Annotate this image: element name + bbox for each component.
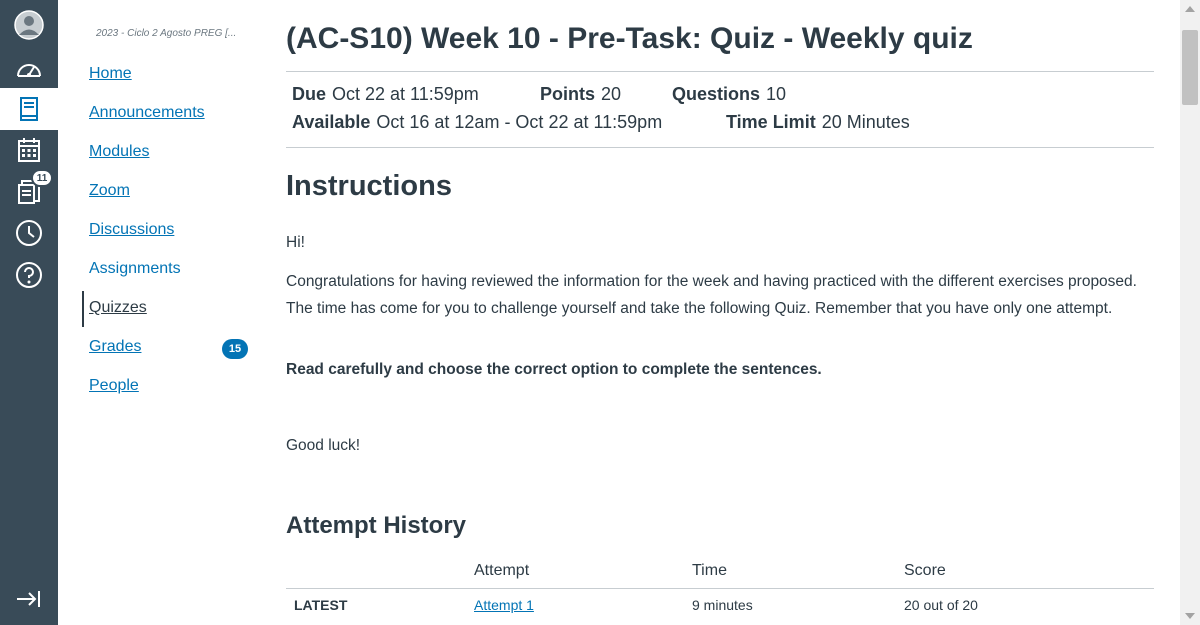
column-header-attempt: Attempt [474,562,530,579]
dashboard-icon[interactable] [0,50,58,88]
scroll-thumb[interactable] [1182,30,1198,105]
course-nav-announcements[interactable]: Announcements [89,104,205,122]
due-value: Oct 22 at 11:59pm [332,84,479,104]
questions-label: Questions [672,84,761,104]
questions-value: 10 [766,84,787,104]
table-divider [286,588,1154,589]
available-label: Available [292,112,371,132]
inbox-icon[interactable]: 11 [0,169,58,211]
courses-icon[interactable] [0,88,58,130]
active-item-indicator [82,291,84,327]
course-nav-assignments[interactable]: Assignments [89,260,181,278]
global-nav: 11 [0,0,58,625]
instructions-body: Congratulations for having reviewed the … [286,273,1137,317]
attempt-history-heading: Attempt History [286,512,467,539]
instructions-heading: Instructions [286,170,452,202]
time-limit-value: 20 Minutes [821,112,910,132]
points-label: Points [540,84,596,104]
attempt-link[interactable]: Attempt 1 [474,597,534,613]
attempt-row-tag: LATEST [294,597,348,613]
divider [286,147,1154,148]
course-nav-zoom[interactable]: Zoom [89,182,130,200]
page-title: (AC-S10) Week 10 - Pre-Task: Quiz - Week… [286,22,973,55]
quiz-available: Available Oct 16 at 12am - Oct 22 at 11:5… [292,112,662,133]
quiz-due: Due Oct 22 at 11:59pm [292,84,479,105]
history-icon[interactable] [0,214,58,252]
course-nav-grades[interactable]: Grades [89,338,141,356]
collapse-nav-icon[interactable] [0,580,58,618]
account-avatar-icon[interactable] [0,6,58,44]
help-icon[interactable] [0,256,58,294]
scroll-down-arrow-icon[interactable] [1180,607,1200,625]
attempt-time: 9 minutes [692,597,753,613]
instructions-bold-line: Read carefully and choose the correct op… [286,361,822,378]
attempt-score: 20 out of 20 [904,597,978,613]
due-label: Due [292,84,327,104]
course-nav-discussions[interactable]: Discussions [89,221,174,239]
points-value: 20 [601,84,622,104]
instructions-greeting: Hi! [286,234,305,251]
column-header-score: Score [904,562,946,579]
time-limit-label: Time Limit [726,112,816,132]
course-nav-quizzes[interactable]: Quizzes [89,299,147,317]
grades-count-badge: 15 [222,339,248,359]
calendar-icon[interactable] [0,131,58,169]
divider [286,71,1154,72]
course-term: 2023 - Ciclo 2 Agosto PREG [... [96,28,237,39]
quiz-points: Points 20 [540,84,621,105]
column-header-time: Time [692,562,727,579]
quiz-time-limit: Time Limit 20 Minutes [726,112,910,133]
instructions-closing: Good luck! [286,437,361,454]
inbox-unread-badge: 11 [31,169,53,187]
course-nav-modules[interactable]: Modules [89,143,149,161]
course-nav-people[interactable]: People [89,377,139,395]
course-nav-home[interactable]: Home [89,65,132,83]
quiz-questions: Questions 10 [672,84,786,105]
course-nav: 2023 - Ciclo 2 Agosto PREG [... Home Ann… [58,0,264,625]
vertical-scrollbar[interactable] [1180,0,1200,625]
scroll-up-arrow-icon[interactable] [1180,0,1200,18]
quiz-main-content: (AC-S10) Week 10 - Pre-Task: Quiz - Week… [264,0,1180,625]
available-value: Oct 16 at 12am - Oct 22 at 11:59pm [376,112,663,132]
